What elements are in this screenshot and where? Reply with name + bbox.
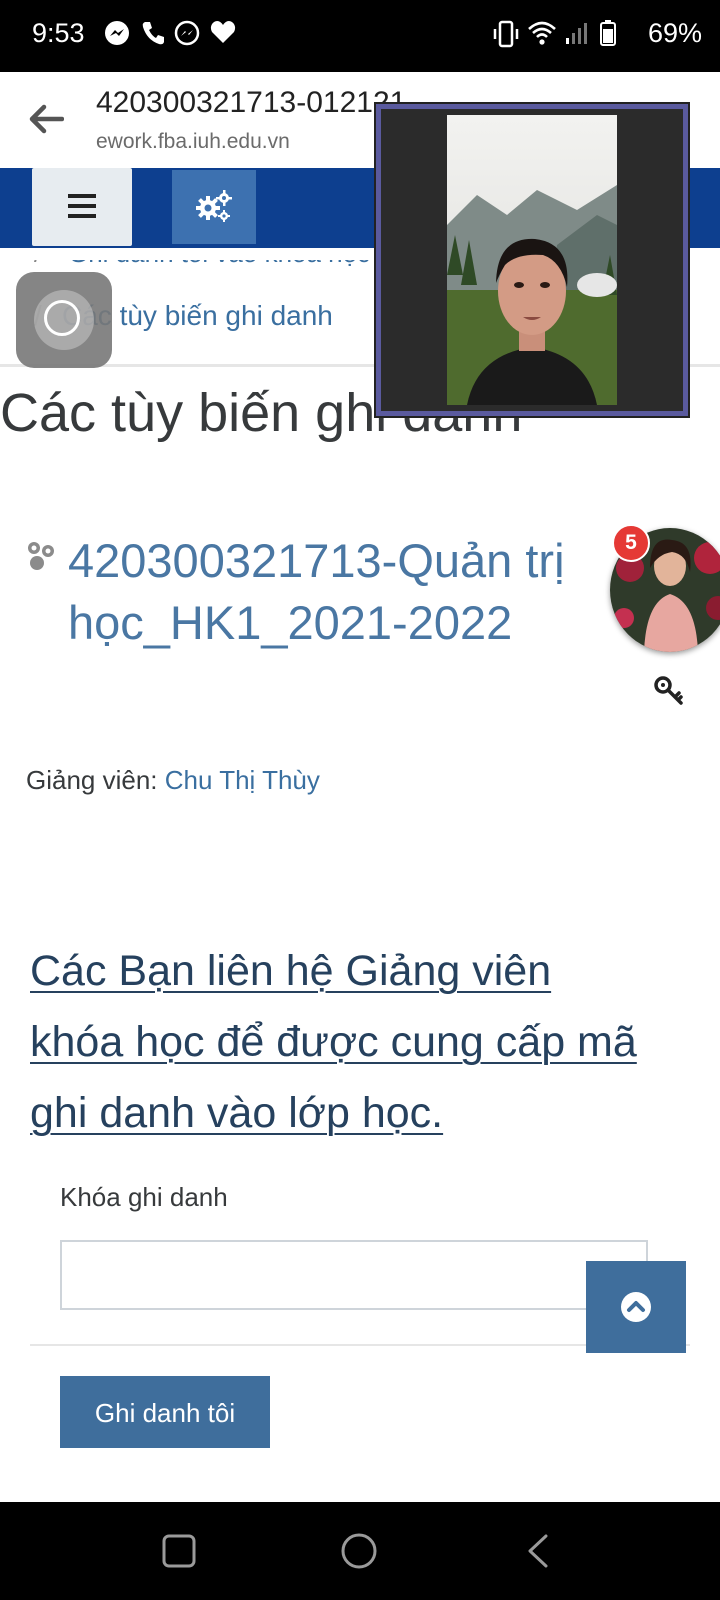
menu-button[interactable] [32,168,132,246]
enrolment-key-label: Khóa ghi danh [60,1182,228,1212]
wifi-icon [527,20,557,51]
teacher-label: Giảng viên: [26,765,158,795]
course-category-icon [24,540,56,577]
key-icon [654,676,684,711]
assistive-touch-ring [34,290,94,350]
video-frame-image [447,115,617,405]
battery-icon [600,20,616,51]
messenger-icon [104,20,130,51]
chevron-up-circle-icon [621,1292,651,1322]
enrolment-notice: Các Bạn liên hệ Giảng viên khóa học để đ… [30,947,637,1137]
status-bar: 9:53 69% [0,0,720,72]
settings-button[interactable] [172,170,256,244]
enrol-me-button[interactable]: Ghi danh tôi [60,1376,270,1448]
battery-percentage: 69% [647,18,702,48]
status-time: 9:53 [32,18,85,48]
messenger-icon [174,20,200,51]
phone-icon [141,20,165,51]
heart-icon [210,20,236,49]
chat-unread-badge: 5 [612,524,650,562]
back-icon[interactable] [526,1534,550,1573]
vibrate-icon [492,20,520,53]
signal-icon [564,20,590,51]
assistive-touch-button[interactable] [16,272,112,368]
browser-url: ework.fba.iuh.edu.vn [96,130,290,153]
video-call-overlay[interactable] [376,104,688,416]
system-navigation-bar [0,1502,720,1600]
teacher-name-link[interactable]: Chu Thị Thùy [165,765,320,795]
hamburger-icon [68,194,96,218]
gears-icon [196,190,232,222]
course-teacher: Giảng viên: Chu Thị Thùy [26,758,326,802]
recent-apps-icon[interactable] [162,1534,196,1573]
browser-page-title: 420300321713-012121 [96,86,407,119]
back-arrow-icon[interactable] [28,104,65,139]
assistive-touch-inner-ring [44,300,80,336]
home-icon[interactable] [340,1532,378,1575]
course-title-link[interactable]: 420300321713-Quản trị học_HK1_2021-2022 [68,530,628,654]
back-to-top-button[interactable] [586,1261,686,1353]
enrolment-key-input[interactable] [60,1240,648,1310]
